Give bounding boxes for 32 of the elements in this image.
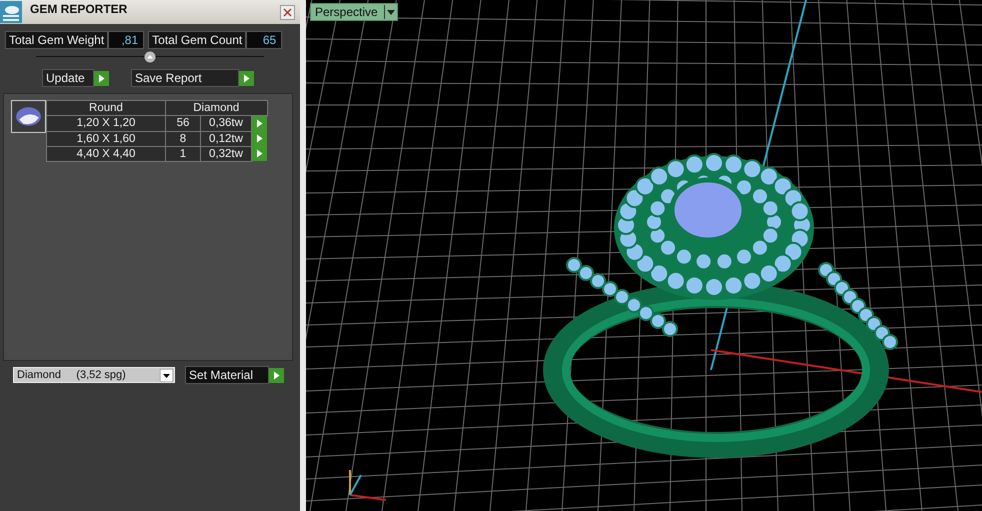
table-cell: 0,32tw	[200, 146, 252, 161]
dropdown-arrow-icon	[386, 7, 396, 17]
column-header: Round	[46, 100, 166, 116]
table-cell: 56	[166, 116, 200, 131]
table-cell: 1,60 X 1,60	[46, 131, 166, 146]
table-cell: 1	[166, 146, 200, 161]
app-icon	[0, 1, 22, 23]
dropdown-arrow-icon	[160, 368, 173, 382]
update-button[interactable]: Update	[42, 69, 94, 87]
table-cell: 4,40 X 4,40	[46, 146, 166, 161]
axis-gizmo-drawing	[349, 470, 386, 501]
play-icon[interactable]	[239, 70, 254, 86]
view-mode-dropdown[interactable]: Perspective	[310, 3, 398, 21]
save-report-button[interactable]: Save Report	[131, 69, 239, 87]
window-title: GEM REPORTER	[30, 1, 128, 16]
total-weight-value: ,81	[108, 31, 144, 49]
collapse-icon[interactable]	[144, 51, 156, 63]
column-header: Diamond	[166, 100, 267, 116]
gem-icon	[11, 100, 46, 133]
total-count-value: 65	[246, 31, 282, 49]
total-weight-label: Total Gem Weight	[5, 31, 108, 49]
close-icon	[283, 8, 292, 16]
play-icon[interactable]	[94, 70, 109, 86]
table-cell: 8	[166, 131, 200, 146]
table-cell: 0,36tw	[200, 116, 252, 131]
close-button[interactable]	[280, 4, 295, 20]
table-cell: 0,12tw	[200, 131, 252, 146]
table-cell: 1,20 X 1,20	[46, 116, 166, 131]
play-icon[interactable]	[269, 368, 284, 382]
material-dropdown[interactable]: Diamond (3,52 spg)	[13, 367, 175, 383]
set-material-button[interactable]: Set Material	[185, 366, 269, 384]
total-count-label: Total Gem Count	[148, 31, 246, 49]
